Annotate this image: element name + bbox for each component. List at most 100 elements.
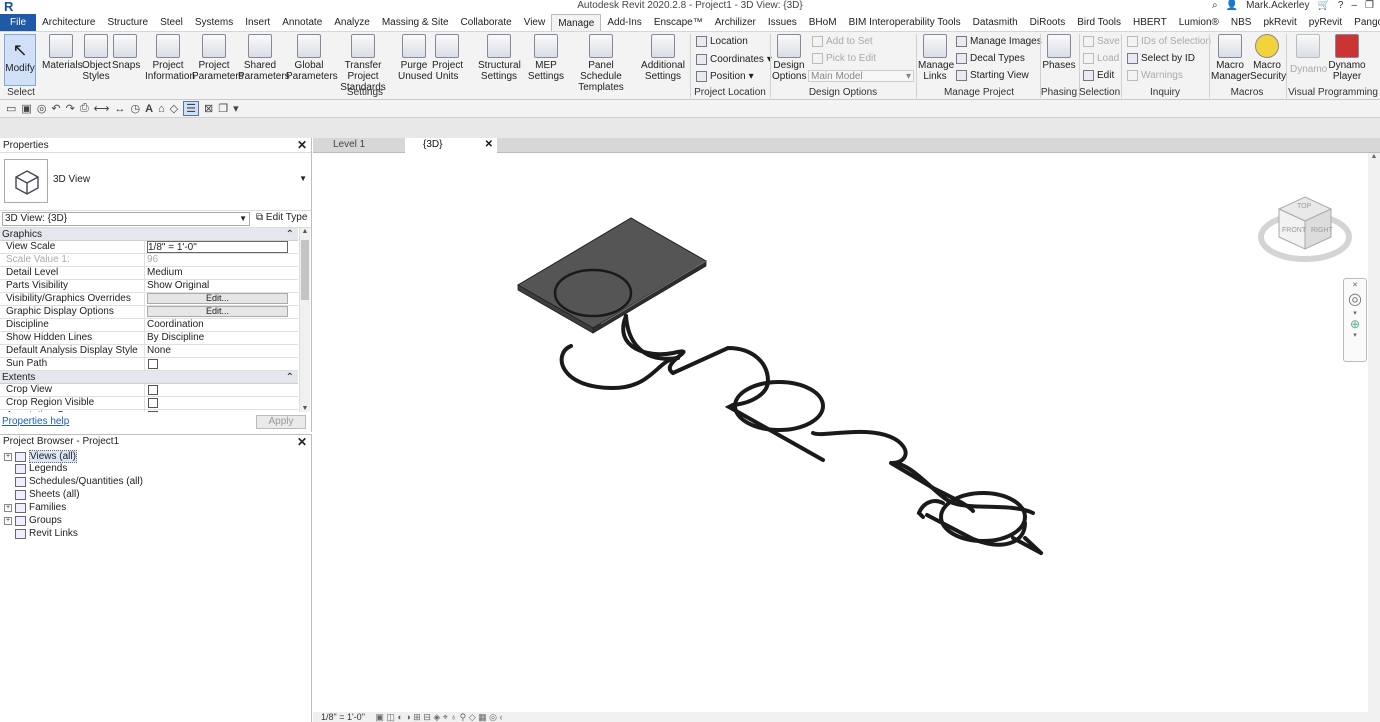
settings-button-panel-schedule-templates[interactable]: Panel Schedule Templates [570,34,632,93]
view-controls-icons[interactable]: ▣ ◫ ◐ ◑ ⊞ ⊟ ◈ ⌖ ♁ ⚲ ◇ ▦ ◎ ‹ [375,712,502,722]
view-scale[interactable]: 1/8" = 1'-0" [321,712,365,722]
edit-selection-button[interactable]: Edit [1083,70,1114,81]
expand-icon[interactable]: + [4,503,12,512]
edit-button[interactable]: Edit... [147,306,288,317]
3d-viewport[interactable]: TOP FRONT RIGHT [313,153,1368,712]
type-selector[interactable]: 3D View ▼ [0,153,311,211]
apply-button[interactable]: Apply [256,415,306,429]
sync-icon[interactable]: ◎ [37,102,47,115]
tag-icon[interactable]: ◷ [130,102,140,115]
customize-icon[interactable]: ▾ [233,102,239,115]
close-icon[interactable]: ✕ [297,435,307,449]
settings-button-shared-parameters[interactable]: Shared Parameters [238,34,290,82]
browser-item-revit-links[interactable]: +Revit Links [4,528,78,539]
settings-button-project-units[interactable]: Project Units [432,34,463,82]
ids-of-selection-button[interactable]: IDs of Selection [1127,36,1211,47]
section-icon[interactable]: ◇ [170,102,178,115]
expand-icon[interactable]: + [4,452,12,461]
view-scrollbar[interactable]: ▲ [1368,153,1380,712]
main-model-dropdown[interactable]: Main Model ▾ [808,70,914,82]
tab-pyrevit[interactable]: pyRevit [1303,14,1348,31]
zoom-icon[interactable]: ⊕ [1344,317,1366,331]
browser-item-legends[interactable]: +Legends [4,463,67,474]
load-selection-button[interactable]: Load [1083,53,1119,64]
checkbox[interactable] [148,411,158,412]
tab-massing-site[interactable]: Massing & Site [376,14,455,31]
coordinates-button[interactable]: Coordinates▾ [696,54,772,65]
settings-button-purge-unused[interactable]: Purge Unused [398,34,432,82]
print-icon[interactable]: ⎙ [80,102,89,115]
checkbox[interactable] [148,385,158,395]
settings-button-snaps[interactable]: Snaps [112,34,140,71]
floor-slab[interactable] [517,217,707,334]
tab-structure[interactable]: Structure [101,14,154,31]
property-value[interactable]: 1/8" = 1'-0" [145,241,298,253]
position-button[interactable]: Position ▾ [696,71,754,82]
checkbox[interactable] [148,359,158,369]
pick-to-edit-button[interactable]: Pick to Edit [812,53,876,64]
settings-button-materials[interactable]: Materials [42,34,83,71]
settings-button-project-parameters[interactable]: Project Parameters [192,34,244,82]
document-tab[interactable]: {3D} ✕ [405,138,497,153]
tab-systems[interactable]: Systems [189,14,239,31]
property-value[interactable]: None [145,345,298,357]
settings-button-mep-settings[interactable]: MEP Settings [526,34,566,82]
property-value[interactable]: Edit... [145,293,298,305]
design-options-button[interactable]: Design Options [772,34,806,82]
viewcube-right-label[interactable]: RIGHT [1311,227,1333,234]
tab-bird-tools[interactable]: Bird Tools [1071,14,1127,31]
properties-help-link[interactable]: Properties help [2,416,69,427]
tab-steel[interactable]: Steel [154,14,189,31]
chevron-down-icon[interactable]: ▼ [299,174,307,183]
add-to-set-button[interactable]: Add to Set [812,36,873,47]
open-icon[interactable]: ▭ [6,102,16,115]
redo-icon[interactable]: ↷ [66,102,75,115]
select-panel-label[interactable]: Select [4,87,38,98]
measure-icon[interactable]: ⟷ [94,102,110,115]
dimension-icon[interactable]: ↔ [114,103,125,115]
tab-analyze[interactable]: Analyze [328,14,376,31]
tab-pangolin[interactable]: Pangolin [1348,14,1380,31]
chevron-down-icon[interactable]: ▾ [1344,331,1366,339]
property-value[interactable]: Edit... [145,306,298,318]
property-value[interactable] [145,384,298,396]
tab-architecture[interactable]: Architecture [36,14,101,31]
switch-windows-icon[interactable]: ❐ [218,102,228,115]
viewcube-front-label[interactable]: FRONT [1282,227,1306,234]
property-value[interactable]: Show Original [145,280,298,292]
browser-item-views-all[interactable]: + Views (all) [4,450,77,463]
settings-button-global-parameters[interactable]: Global Parameters [286,34,338,82]
property-value[interactable]: Coordination [145,319,298,331]
steering-wheel-icon[interactable]: ◎ [1344,289,1366,309]
macro-security-button[interactable]: Macro Security [1250,34,1286,82]
tab-diroots[interactable]: DiRoots [1024,14,1072,31]
tab-manage[interactable]: Manage [551,14,602,31]
checkbox[interactable] [148,398,158,408]
collapse-icon[interactable]: ⌃ [286,371,294,384]
tab-insert[interactable]: Insert [239,14,276,31]
thin-lines-icon[interactable]: ☰ [183,101,200,116]
browser-item-groups[interactable]: + Groups [4,515,62,526]
browser-item-sheets-all[interactable]: +Sheets (all) [4,489,80,500]
manage-images-button[interactable]: Manage Images [956,36,1042,47]
cart-icon[interactable]: 🛒 [1317,0,1329,11]
minimize-icon[interactable]: – [1351,0,1357,11]
settings-button-structural-settings[interactable]: Structural Settings [478,34,521,82]
restore-icon[interactable]: ❐ [1365,0,1374,11]
tab-issues[interactable]: Issues [762,14,803,31]
close-hidden-icon[interactable]: ⊠ [204,102,213,115]
save-icon[interactable]: ▣ [21,102,31,115]
3d-view-icon[interactable]: ⌂ [158,103,165,115]
document-tab[interactable]: Level 1✕ [315,138,403,153]
tab-add-ins[interactable]: Add-Ins [601,14,647,31]
tab-pkrevit[interactable]: pkRevit [1257,14,1302,31]
tab-datasmith[interactable]: Datasmith [967,14,1024,31]
settings-button-object-styles[interactable]: Object Styles [82,34,111,82]
save-selection-button[interactable]: Save [1083,36,1120,47]
tab-view[interactable]: View [518,14,552,31]
macro-manager-button[interactable]: Macro Manager [1211,34,1250,82]
settings-button-transfer-project-standards[interactable]: Transfer Project Standards [328,34,398,93]
tab-nbs[interactable]: NBS [1225,14,1258,31]
browser-item-schedules-quantities-all[interactable]: +Schedules/Quantities (all) [4,476,143,487]
location-button[interactable]: Location [696,36,748,47]
